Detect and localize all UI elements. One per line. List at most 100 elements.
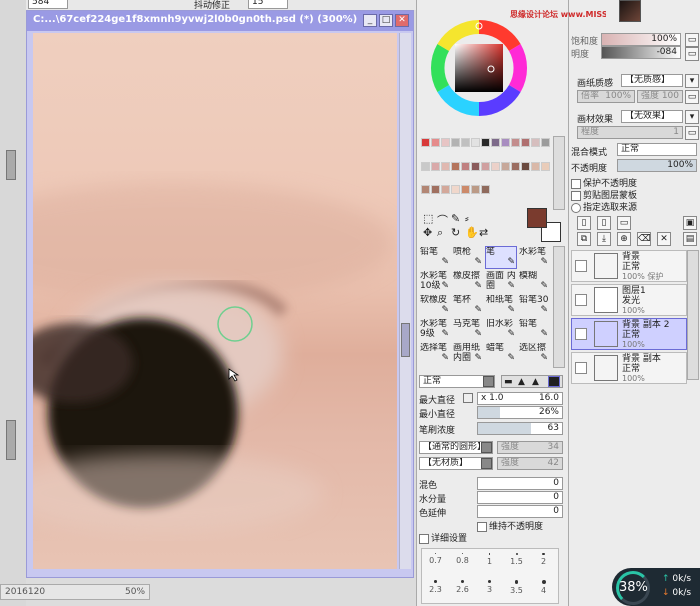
size-preset[interactable]: 0.7: [422, 549, 449, 576]
tool-grid-scrollbar[interactable]: [553, 246, 565, 368]
visibility-eye-icon[interactable]: [575, 328, 587, 340]
color-wheel[interactable]: [427, 16, 531, 120]
size-preset[interactable]: 1: [476, 549, 503, 576]
color-swatch[interactable]: [441, 161, 450, 171]
hand-tool-icon[interactable]: ✋: [465, 226, 479, 239]
color-swatch[interactable]: [471, 185, 480, 195]
swatch-scrollbar[interactable]: [553, 136, 565, 210]
color-swatch[interactable]: [431, 185, 440, 195]
color-swatch[interactable]: [521, 161, 530, 171]
delete-layer-icon[interactable]: ✕: [657, 232, 671, 246]
color-swatch[interactable]: [471, 138, 480, 147]
paper-texture-select[interactable]: 【无质感】: [621, 74, 683, 87]
color-swatch[interactable]: [511, 161, 520, 171]
density-slider[interactable]: 63: [477, 422, 563, 435]
color-swatch[interactable]: [431, 138, 440, 147]
texture-dropdown-icon[interactable]: [481, 458, 492, 469]
brush-tool-0-3[interactable]: 水彩笔 ✎: [518, 246, 550, 269]
strip-scroll-thumb-2[interactable]: [6, 420, 16, 460]
extend-slider[interactable]: 0: [477, 505, 563, 518]
brush-tool-3-1[interactable]: 马克笔 ✎: [452, 318, 484, 341]
slider-options-icon[interactable]: ▭: [685, 33, 699, 47]
color-swatch[interactable]: [421, 138, 430, 147]
size-preset[interactable]: 2: [530, 549, 557, 576]
drawing-canvas[interactable]: [33, 33, 397, 569]
merge-down-icon[interactable]: ⤓: [597, 232, 611, 246]
top-left-field[interactable]: 584: [28, 0, 68, 9]
color-swatch[interactable]: [451, 185, 460, 195]
color-swatch[interactable]: [441, 185, 450, 195]
minimize-button[interactable]: _: [363, 14, 377, 27]
scroll-thumb[interactable]: [401, 323, 410, 357]
color-swatch[interactable]: [501, 138, 510, 147]
size-preset[interactable]: 3.5: [503, 576, 530, 603]
brush-shape-hard-icon[interactable]: [548, 376, 560, 387]
brush-tool-3-3[interactable]: 铅笔 ✎: [518, 318, 550, 341]
water-slider[interactable]: 0: [477, 491, 563, 504]
brush-tool-2-2[interactable]: 和纸笔 ✎: [485, 294, 517, 317]
layer-scroll-icon[interactable]: ▤: [683, 232, 697, 246]
zoom-tool-icon[interactable]: ⌕: [437, 226, 443, 240]
brush-tool-1-1[interactable]: 橡皮擦 ✎: [452, 270, 484, 293]
brush-shape-flat-icon[interactable]: ▬: [504, 377, 513, 387]
brush-tool-0-2[interactable]: 笔 ✎: [485, 246, 517, 269]
size-preset[interactable]: 2.3: [422, 576, 449, 603]
brightness-slider[interactable]: -084: [601, 46, 681, 59]
max-size-field[interactable]: x 1.0 16.0: [477, 392, 563, 405]
size-preset[interactable]: 4: [530, 576, 557, 603]
degree-field[interactable]: 程度 1: [577, 126, 683, 139]
brush-shape-mid-icon[interactable]: ▲: [532, 377, 539, 387]
foreground-color-swatch[interactable]: [527, 208, 547, 228]
swap-colors-icon[interactable]: ⇄: [479, 226, 488, 239]
layer-list-scrollbar[interactable]: [687, 250, 699, 380]
color-swatch[interactable]: [491, 138, 500, 147]
material-select[interactable]: 【无效果】: [621, 110, 683, 123]
brush-tool-2-3[interactable]: 铅笔30 ✎: [518, 294, 550, 317]
keep-opacity-checkbox[interactable]: [477, 521, 487, 532]
slider-options-icon-2[interactable]: ▭: [685, 47, 699, 61]
scale-field[interactable]: 倍率 100%: [577, 90, 635, 103]
mix-slider[interactable]: 0: [477, 477, 563, 490]
saturation-slider[interactable]: 100%: [601, 33, 681, 46]
select-source-checkbox[interactable]: [571, 202, 581, 213]
blend-mode-select[interactable]: 正常: [617, 143, 697, 156]
color-swatch[interactable]: [521, 138, 530, 147]
brush-tool-4-2[interactable]: 蜡笔 ✎: [485, 342, 517, 365]
new-layer-icon[interactable]: ▯: [577, 216, 591, 230]
color-swatch[interactable]: [461, 161, 470, 171]
paper-strength-field[interactable]: 强度 100: [637, 90, 683, 103]
new-linework-layer-icon[interactable]: ▯: [597, 216, 611, 230]
color-swatch[interactable]: [481, 161, 490, 171]
color-swatch[interactable]: [461, 185, 470, 195]
color-swatch[interactable]: [481, 138, 490, 147]
strip-scroll-thumb[interactable]: [6, 150, 16, 180]
color-swatch[interactable]: [431, 161, 440, 171]
brush-tool-2-0[interactable]: 软橡皮 ✎: [419, 294, 451, 317]
eyedropper-icon[interactable]: ⸗: [465, 212, 469, 225]
max-size-lock-icon[interactable]: [463, 393, 473, 403]
min-size-slider[interactable]: 26%: [477, 406, 563, 419]
brush-tool-4-0[interactable]: 选择笔 ✎: [419, 342, 451, 365]
visibility-eye-icon[interactable]: [575, 362, 587, 374]
brush-tool-2-1[interactable]: 笔杯 ✎: [452, 294, 484, 317]
layer-row[interactable]: 背景 正常 100% 保护: [571, 250, 687, 282]
size-preset[interactable]: 3: [476, 576, 503, 603]
marquee-tool-icon[interactable]: ⬚: [423, 212, 433, 225]
layer-options-icon[interactable]: ▣: [683, 216, 697, 230]
color-swatch[interactable]: [421, 185, 430, 195]
brush-shape-soft-icon[interactable]: ▲: [518, 377, 525, 387]
brush-tool-1-3[interactable]: 模糊 ✎: [518, 270, 550, 293]
material-dropdown-icon[interactable]: ▾: [685, 110, 699, 124]
degree-icon[interactable]: ▭: [685, 126, 699, 140]
color-swatch[interactable]: [471, 161, 480, 171]
color-swatch[interactable]: [491, 161, 500, 171]
brush-tool-3-0[interactable]: 水彩笔 9级 ✎: [419, 318, 451, 341]
brush-tool-0-0[interactable]: 铅笔 ✎: [419, 246, 451, 269]
clear-layer-icon[interactable]: ⌫: [637, 232, 651, 246]
color-swatch[interactable]: [441, 138, 450, 147]
color-swatch[interactable]: [541, 138, 550, 147]
brush-mode-dropdown-icon[interactable]: [483, 376, 494, 387]
color-swatch[interactable]: [531, 138, 540, 147]
brush-shape-dropdown-icon[interactable]: [481, 442, 492, 453]
rotate-tool-icon[interactable]: ↻: [451, 226, 460, 239]
